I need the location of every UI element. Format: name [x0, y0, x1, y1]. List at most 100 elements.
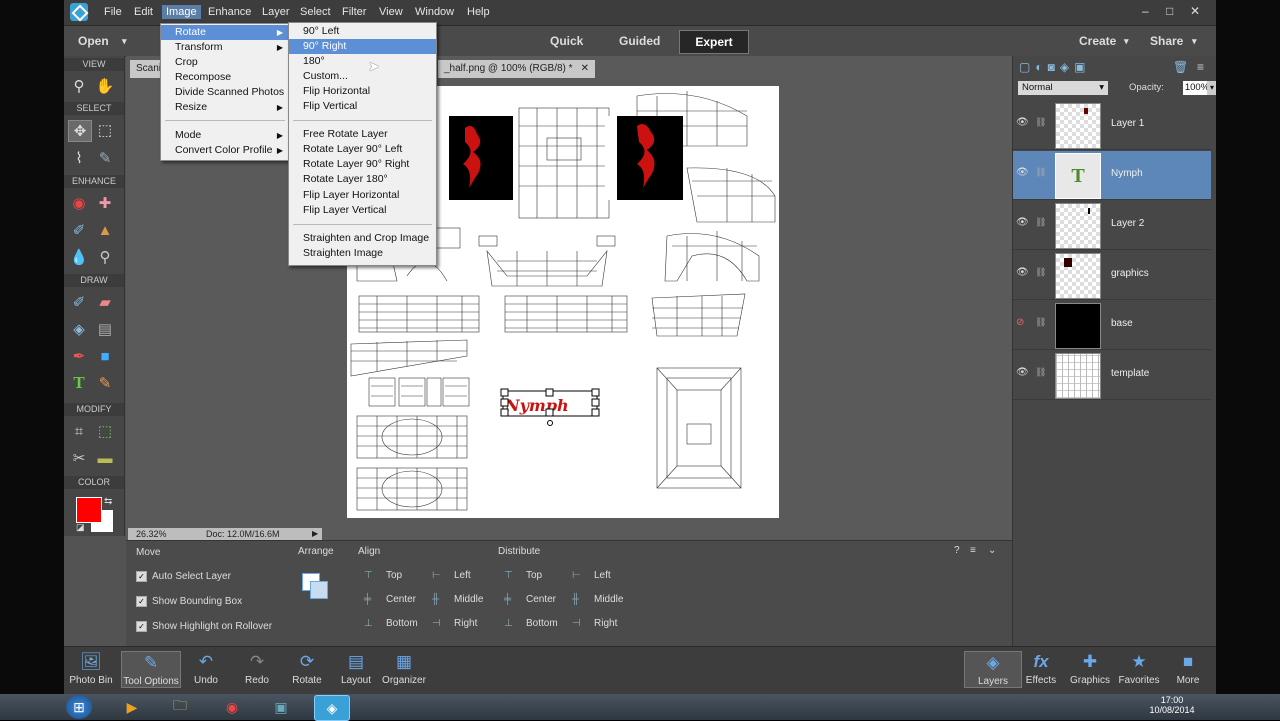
align-right[interactable]: Right [454, 618, 477, 629]
opacity-dropdown-icon[interactable]: ▾ [1207, 81, 1216, 95]
menu-item-rotate-layer-180[interactable]: Rotate Layer 180° [289, 172, 436, 187]
photo-bin-button[interactable]: 🖼 Photo Bin [64, 651, 119, 686]
distribute-top[interactable]: Top [526, 570, 542, 581]
menu-window[interactable]: Window [415, 6, 454, 18]
layer-name[interactable]: Nymph [1111, 168, 1143, 179]
distribute-left[interactable]: Left [594, 570, 611, 581]
layer-row-nymph[interactable]: 👁 ⛓ T Nymph [1013, 151, 1211, 200]
smart-brush-tool-icon[interactable]: ✐ [68, 220, 90, 240]
menu-select[interactable]: Select [300, 6, 331, 18]
lasso-tool-icon[interactable]: ⌇ [68, 148, 90, 168]
delete-layer-icon[interactable]: 🗑 [1173, 60, 1188, 74]
marquee-tool-icon[interactable]: ⬚ [94, 120, 116, 140]
favorites-button[interactable]: ★ Favorites [1111, 651, 1167, 686]
menu-item-flip-vertical[interactable]: Flip Vertical [289, 99, 436, 114]
undo-button[interactable]: ↶ Undo [178, 651, 234, 686]
maximize-button[interactable]: □ [1166, 4, 1173, 18]
close-button[interactable]: ✕ [1190, 4, 1200, 18]
move-tool-icon[interactable]: ✥ [68, 120, 92, 142]
mode-guided[interactable]: Guided [619, 34, 660, 48]
type-tool-icon[interactable]: T [68, 373, 90, 393]
mode-quick[interactable]: Quick [550, 34, 583, 48]
app-taskbar-icon[interactable]: ▣ [264, 695, 298, 719]
paint-bucket-tool-icon[interactable]: ◈ [68, 319, 90, 339]
default-colors-icon[interactable]: ◪ [76, 522, 85, 533]
align-center[interactable]: Center [386, 594, 416, 605]
share-button[interactable]: Share [1150, 34, 1183, 48]
menu-item-straighten-image[interactable]: Straighten Image [289, 246, 436, 261]
graphics-button[interactable]: ✚ Graphics [1062, 651, 1118, 686]
layer-row-base[interactable]: ⊘ ⛓ base [1013, 301, 1211, 350]
align-top-icon[interactable]: ⊤ [364, 570, 373, 581]
menu-file[interactable]: File [104, 6, 122, 18]
distribute-center[interactable]: Center [526, 594, 556, 605]
open-button[interactable]: Open [78, 34, 109, 48]
foreground-color-swatch[interactable] [76, 497, 102, 523]
link-icon[interactable]: ⛓ [1035, 267, 1046, 278]
chevron-down-icon[interactable]: ▾ [122, 36, 127, 47]
rotate-button[interactable]: ⟳ Rotate [279, 651, 335, 686]
nymph-text[interactable]: Nymph [504, 396, 569, 415]
distribute-bottom[interactable]: Bottom [526, 618, 558, 629]
layer-name[interactable]: template [1111, 368, 1149, 379]
menu-item-resize[interactable]: Resize ▶ [161, 100, 289, 115]
panel-options-icon[interactable]: ≡ [1197, 60, 1204, 74]
start-button-icon[interactable]: ⊞ [66, 695, 92, 719]
swap-colors-icon[interactable]: ⇆ [104, 496, 112, 507]
eyedropper-tool-icon[interactable]: ✒ [68, 346, 90, 366]
file-explorer-icon[interactable]: 🗀 [163, 695, 197, 719]
chrome-icon[interactable]: ◉ [215, 695, 249, 719]
layer-row-graphics[interactable]: 👁 ⛓ graphics [1013, 251, 1211, 300]
align-middle-icon[interactable]: ╫ [432, 594, 439, 605]
layer-row-layer1[interactable]: 👁 ⛓ Layer 1 [1013, 101, 1211, 150]
red-eye-tool-icon[interactable]: ◉ [68, 193, 90, 213]
shape-tool-icon[interactable]: ■ [94, 346, 116, 366]
distribute-left-icon[interactable]: ⊢ [572, 570, 581, 581]
distribute-top-icon[interactable]: ⊤ [504, 570, 513, 581]
minimize-button[interactable]: – [1142, 4, 1149, 18]
menu-filter[interactable]: Filter [342, 6, 366, 18]
clock[interactable]: 17:00 10/08/2014 [1142, 695, 1202, 715]
zoom-level[interactable]: 26.32% [136, 529, 167, 539]
menu-item-convert-color-profile[interactable]: Convert Color Profile ▶ [161, 143, 289, 158]
highlight-rollover-checkbox[interactable]: ✓ [136, 621, 147, 632]
menu-item-rotate-custom[interactable]: Custom... [289, 69, 436, 84]
media-player-icon[interactable]: ▶ [115, 695, 149, 719]
hand-tool-icon[interactable]: ✋ [94, 76, 116, 96]
document-tab-2[interactable]: _half.png @ 100% (RGB/8) * ✕ [438, 60, 595, 78]
distribute-center-icon[interactable]: ╪ [504, 594, 511, 605]
menu-item-free-rotate-layer[interactable]: Free Rotate Layer [289, 127, 436, 142]
menu-view[interactable]: View [379, 6, 403, 18]
menu-item-divide-scanned-photos[interactable]: Divide Scanned Photos [161, 85, 289, 100]
share-chevron-icon[interactable]: ▾ [1192, 36, 1197, 47]
menu-edit[interactable]: Edit [134, 6, 153, 18]
bounding-box-checkbox[interactable]: ✓ [136, 596, 147, 607]
align-center-icon[interactable]: ╪ [364, 594, 371, 605]
photoshop-elements-taskbar-icon[interactable]: ◈ [314, 695, 350, 721]
link-icon[interactable]: ⛓ [1035, 167, 1046, 178]
menu-enhance[interactable]: Enhance [208, 6, 251, 18]
distribute-right[interactable]: Right [594, 618, 617, 629]
menu-layer[interactable]: Layer [262, 6, 290, 18]
menu-item-rotate-layer-90-left[interactable]: Rotate Layer 90° Left [289, 142, 436, 157]
eraser-tool-icon[interactable]: ▰ [94, 292, 116, 312]
menu-item-transform[interactable]: Transform ▶ [161, 40, 289, 55]
organizer-button[interactable]: ▦ Organizer [376, 651, 432, 686]
help-icon[interactable]: ? [954, 545, 960, 556]
align-bottom-icon[interactable]: ⊥ [364, 618, 373, 629]
panel-menu-icon[interactable]: ≡ [970, 545, 976, 556]
tab-close-icon[interactable]: ✕ [581, 63, 589, 74]
visibility-eye-icon[interactable]: 👁 [1016, 217, 1029, 228]
arrange-icon[interactable] [302, 573, 332, 603]
tool-options-button[interactable]: ✎ Tool Options [121, 651, 181, 688]
zoom-tool-icon[interactable]: ⚲ [68, 76, 90, 96]
brush-tool-icon[interactable]: ✐ [68, 292, 90, 312]
layer-name[interactable]: base [1111, 318, 1133, 329]
layer-tools-icons[interactable]: ▢◐◙◈▣ [1019, 60, 1090, 74]
menu-item-flip-horizontal[interactable]: Flip Horizontal [289, 84, 436, 99]
layer-name[interactable]: graphics [1111, 268, 1149, 279]
link-icon[interactable]: ⛓ [1035, 367, 1046, 378]
more-button[interactable]: ■ More [1160, 651, 1216, 686]
visibility-eye-icon[interactable]: 👁 [1016, 167, 1029, 178]
align-left[interactable]: Left [454, 570, 471, 581]
